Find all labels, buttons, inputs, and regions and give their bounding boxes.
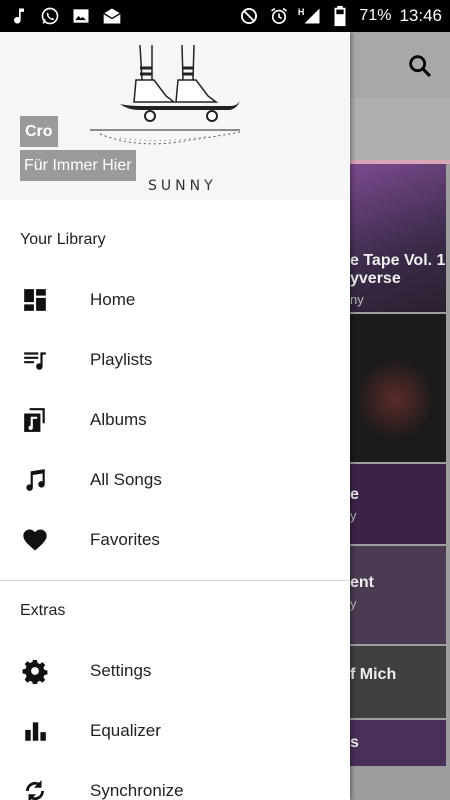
nav-item-playlists[interactable]: Playlists (0, 330, 350, 390)
search-icon[interactable] (406, 52, 434, 80)
navigation-drawer: SUNNY Cro Für Immer Hier Your Library Ho… (0, 32, 350, 800)
gear-icon (20, 656, 50, 686)
nav-label-favorites: Favorites (90, 530, 160, 549)
album-artist: y (350, 596, 357, 611)
nav-item-albums[interactable]: Albums (0, 390, 350, 450)
album-tile[interactable]: e Tape Vol. 1: yverse ny (350, 164, 446, 312)
album-title: e Tape Vol. 1: (350, 252, 446, 269)
nav-item-settings[interactable]: Settings (0, 641, 350, 701)
music-note-icon (8, 5, 30, 27)
status-bar: H 71% 13:46 (0, 0, 450, 32)
signal-icon (304, 8, 320, 24)
drawer-header[interactable]: SUNNY Cro Für Immer Hier (0, 32, 350, 200)
album-tile[interactable]: s (350, 720, 446, 766)
art-caption: SUNNY (148, 178, 217, 194)
playlist-icon (20, 345, 50, 375)
battery-level: 71% (359, 7, 392, 24)
equalizer-icon (20, 716, 50, 746)
nav-item-all-songs[interactable]: All Songs (0, 450, 350, 510)
nav-item-synchronize[interactable]: Synchronize (0, 761, 350, 800)
section-extras: Extras (20, 602, 66, 619)
heart-icon (20, 525, 50, 555)
sync-icon (20, 776, 50, 800)
album-artist: y (350, 508, 357, 523)
album-tile[interactable] (350, 314, 446, 462)
album-art (350, 164, 446, 312)
artist-label: Cro (20, 116, 58, 147)
screen: H 71% 13:46 e Tape Vol. 1: yverse ny e y… (0, 0, 450, 800)
status-right: H 71% 13:46 (238, 5, 442, 27)
nav-label-settings: Settings (90, 661, 152, 680)
whatsapp-icon (39, 5, 61, 27)
nav-label-home: Home (90, 290, 136, 309)
nav-label-synchronize: Synchronize (90, 781, 184, 800)
album-title: e (350, 486, 359, 503)
album-label: Für Immer Hier (20, 150, 136, 181)
mail-icon (101, 5, 123, 27)
nav-label-albums: Albums (90, 410, 147, 429)
album-tile[interactable]: e y (350, 464, 446, 544)
nav-label-equalizer: Equalizer (90, 721, 161, 740)
nav-item-equalizer[interactable]: Equalizer (0, 701, 350, 761)
clock: 13:46 (399, 6, 442, 25)
dashboard-icon (20, 285, 50, 315)
album-artist: ny (350, 292, 364, 307)
album-title-line2: yverse (350, 270, 401, 287)
section-your-library: Your Library (20, 231, 106, 248)
nav-label-all-songs: All Songs (90, 470, 162, 489)
alarm-icon (268, 5, 290, 27)
album-icon (20, 405, 50, 435)
album-tile[interactable]: ent y (350, 546, 446, 644)
album-art (360, 354, 430, 444)
album-title: s (350, 734, 359, 751)
music-note-icon (20, 465, 50, 495)
battery-icon (329, 5, 351, 27)
nav-label-playlists: Playlists (90, 350, 153, 369)
album-tile[interactable]: f Mich (350, 646, 446, 718)
nav-item-favorites[interactable]: Favorites (0, 510, 350, 570)
status-left-icons (8, 5, 123, 27)
nav-item-home[interactable]: Home (0, 270, 350, 330)
image-icon (70, 5, 92, 27)
album-title: ent (350, 574, 374, 591)
network-indicator: H (298, 7, 322, 25)
dnd-icon (238, 5, 260, 27)
album-title: f Mich (350, 666, 397, 683)
